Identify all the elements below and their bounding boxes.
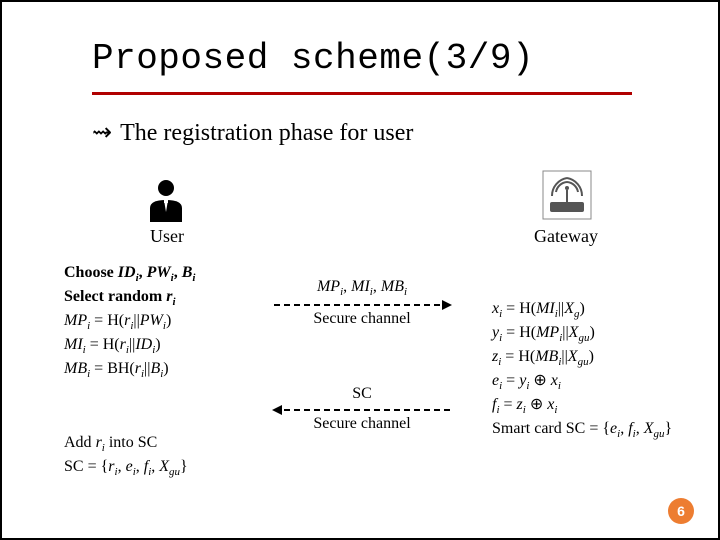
gateway-icon [542, 170, 592, 220]
bullet-row: ⇝ The registration phase for user [92, 118, 413, 147]
user-icon [146, 178, 186, 222]
arrow1-note: Secure channel [272, 310, 452, 328]
message-arrow-1: MPi, MIi, MBi Secure channel [272, 278, 452, 328]
title-underline [92, 92, 632, 95]
user-label: User [142, 226, 192, 247]
message-arrow-2: SC Secure channel [272, 385, 452, 433]
arrow2-message: SC [272, 385, 452, 403]
arrow1-message: MPi, MIi, MBi [272, 278, 452, 298]
bullet-text: The registration phase for user [120, 120, 413, 147]
arrow-line-left-icon [274, 409, 450, 411]
arrow2-note: Secure channel [272, 415, 452, 433]
arrow-line-right-icon [274, 304, 450, 306]
slide: Proposed scheme(3/9) ⇝ The registration … [0, 0, 720, 540]
gateway-label: Gateway [526, 226, 606, 247]
slide-title: Proposed scheme(3/9) [92, 38, 534, 79]
bullet-marker: ⇝ [92, 118, 112, 147]
gateway-compute-block: xi = H(MIi||Xg)yi = H(MPi||Xgu)zi = H(MB… [492, 298, 702, 442]
user-compute-block: Choose IDi, PWi, BiSelect random riMPi =… [64, 262, 264, 382]
user-store-block: Add ri into SCSC = {ri, ei, fi, Xgu} [64, 432, 284, 480]
page-number-badge: 6 [668, 498, 694, 524]
